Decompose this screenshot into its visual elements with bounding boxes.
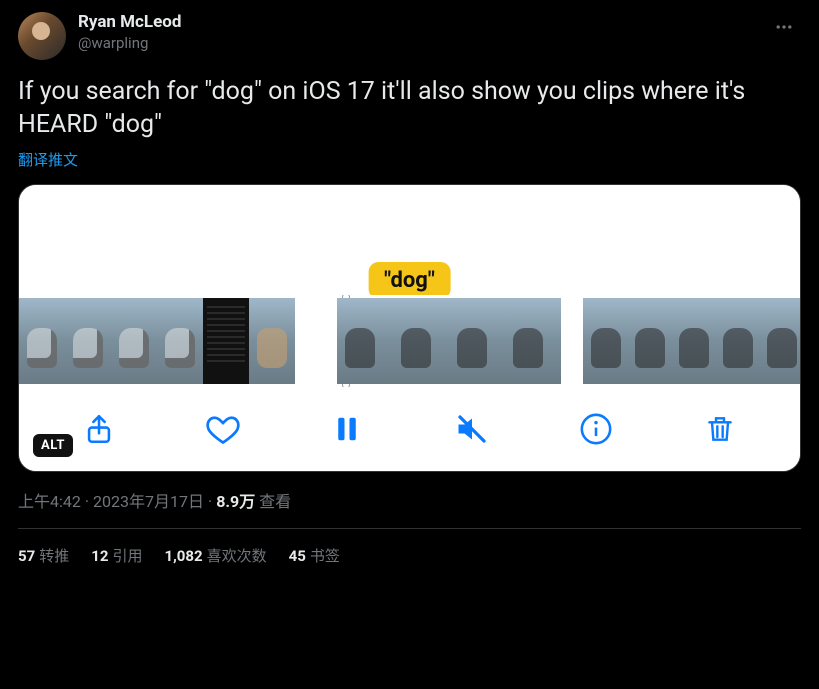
user-handle: @warpling [78, 34, 181, 52]
share-button[interactable] [77, 407, 121, 451]
avatar[interactable] [18, 12, 66, 60]
thumbnail [393, 298, 449, 384]
clip-group-2 [337, 298, 561, 384]
translate-link[interactable]: 翻译推文 [18, 149, 78, 170]
stat-retweets[interactable]: 57转推 [18, 545, 69, 566]
pause-icon [332, 414, 362, 444]
user-block[interactable]: Ryan McLeod @warpling [78, 12, 181, 52]
mute-icon [454, 411, 490, 447]
media-toolbar [19, 387, 800, 471]
mute-button[interactable] [450, 407, 494, 451]
ellipsis-icon [774, 17, 794, 37]
stat-bookmarks[interactable]: 45书签 [289, 545, 340, 566]
delete-button[interactable] [698, 407, 742, 451]
thumbnail [715, 298, 759, 384]
thumbnail [505, 298, 561, 384]
info-icon [579, 412, 613, 446]
display-name: Ryan McLeod [78, 12, 181, 32]
caption-bubble: "dog" [368, 262, 451, 299]
stat-likes[interactable]: 1,082喜欢次数 [164, 545, 266, 566]
tweet-time: 上午4:42 [18, 492, 81, 511]
more-button[interactable] [767, 10, 801, 44]
tweet-date: 2023年7月17日 [93, 492, 204, 511]
media-inner: "dog" [19, 185, 800, 471]
video-scrubber[interactable] [19, 295, 800, 387]
tweet-meta[interactable]: 上午4:42·2023年7月17日·8.9万 查看 [18, 488, 801, 512]
media-caption-area: "dog" [19, 185, 800, 295]
clip-group-1 [19, 298, 295, 384]
thumbnail [583, 298, 627, 384]
pause-button[interactable] [325, 407, 369, 451]
share-icon [82, 412, 116, 446]
tweet-stats: 57转推 12引用 1,082喜欢次数 45书签 [18, 545, 801, 566]
tweet-container: Ryan McLeod @warpling If you search for … [0, 0, 819, 576]
tweet-text: If you search for "dog" on iOS 17 it'll … [18, 76, 801, 141]
heart-icon [205, 411, 241, 447]
thumbnail [111, 298, 157, 384]
thumbnail [65, 298, 111, 384]
views-count: 8.9万 [216, 492, 255, 511]
trash-icon [704, 413, 736, 445]
tweet-header: Ryan McLeod @warpling [18, 12, 801, 60]
info-button[interactable] [574, 407, 618, 451]
thumbnail [203, 298, 249, 384]
alt-badge[interactable]: ALT [33, 434, 73, 457]
stat-quotes[interactable]: 12引用 [91, 545, 142, 566]
thumbnail [19, 298, 65, 384]
clip-group-3 [583, 298, 800, 384]
thumbnail [249, 298, 295, 384]
thumbnail [337, 298, 393, 384]
thumbnail [627, 298, 671, 384]
thumbnail [449, 298, 505, 384]
thumbnail [671, 298, 715, 384]
thumbnail [759, 298, 800, 384]
media-card[interactable]: "dog" [18, 184, 801, 472]
divider [18, 528, 801, 529]
views-label: 查看 [259, 492, 291, 511]
favorite-button[interactable] [201, 407, 245, 451]
thumbnail [157, 298, 203, 384]
